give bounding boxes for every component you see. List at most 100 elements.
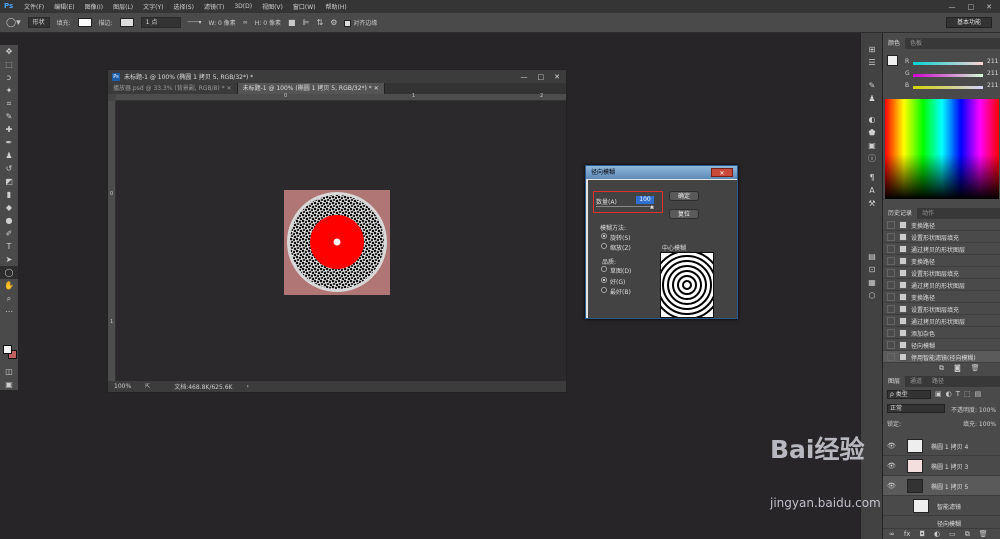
gear-icon[interactable]: ⚙ xyxy=(330,18,337,27)
menu-layer[interactable]: 图层(L) xyxy=(113,2,133,11)
properties-panel-icon[interactable]: ☰ xyxy=(861,56,883,69)
filter-smart-icon[interactable]: ▤ xyxy=(975,390,982,398)
layer-row-selected[interactable]: 👁 椭圆 1 拷贝 5 xyxy=(883,476,1000,496)
channels-icon[interactable]: ▦ xyxy=(861,276,883,289)
smart-filter-row[interactable]: 智能滤镜 xyxy=(883,496,1000,516)
ok-button[interactable]: 确定 xyxy=(669,191,699,201)
path-select-tool-icon[interactable]: ➤ xyxy=(0,253,18,266)
brush-panel-icon[interactable]: ✎ xyxy=(861,79,883,92)
menu-file[interactable]: 文件(F) xyxy=(24,2,44,11)
opacity-field[interactable]: 不透明度: 100% xyxy=(951,405,996,414)
dodge-tool-icon[interactable]: ● xyxy=(0,214,18,227)
g-slider[interactable] xyxy=(913,74,983,77)
stroke-type-select[interactable]: ───▾ xyxy=(188,19,202,26)
eye-icon[interactable]: 👁 xyxy=(887,442,896,450)
export-icon[interactable]: ⇱ xyxy=(145,383,150,390)
align-edges-checkbox[interactable]: 对齐边缘 xyxy=(344,18,377,27)
more-tools-icon[interactable]: ⋯ xyxy=(0,305,18,318)
menu-view[interactable]: 视图(V) xyxy=(262,2,283,11)
add-mask-icon[interactable]: ◘ xyxy=(919,530,925,539)
history-panel-icon[interactable]: ⊞ xyxy=(861,43,883,56)
menu-help[interactable]: 帮助(H) xyxy=(326,2,347,11)
fill-swatch[interactable] xyxy=(77,18,92,27)
layer-comps-icon[interactable]: ▤ xyxy=(861,250,883,263)
tab-player-psd[interactable]: 播放器.psd @ 33.3% (背景副, RGB/8) * ✕ xyxy=(108,83,238,94)
history-item[interactable]: 径向模糊 xyxy=(883,339,1000,351)
menu-window[interactable]: 窗口(W) xyxy=(293,2,316,11)
filter-adjust-icon[interactable]: ◐ xyxy=(946,390,952,398)
healing-brush-tool-icon[interactable]: ✚ xyxy=(0,123,18,136)
height-field[interactable]: H: 0 像素 xyxy=(255,18,281,27)
ellipse-tool-icon[interactable]: ◯▾ xyxy=(6,18,21,28)
foreground-color-swatch[interactable] xyxy=(3,345,12,354)
g-value[interactable]: 211 xyxy=(987,70,998,77)
tools-preset-icon[interactable]: ⚒ xyxy=(861,197,883,210)
history-item-selected[interactable]: 停用智能滤镜(径向模糊) xyxy=(883,351,1000,363)
r-value[interactable]: 211 xyxy=(987,58,998,65)
swatch-icon[interactable]: ▣ xyxy=(861,139,883,152)
eraser-tool-icon[interactable]: ◩ xyxy=(0,175,18,188)
quality-best-radio[interactable] xyxy=(601,287,607,293)
history-brush-tool-icon[interactable]: ↺ xyxy=(0,162,18,175)
history-item[interactable]: 添加杂色 xyxy=(883,327,1000,339)
tool-mode-select[interactable]: 形状 xyxy=(27,17,50,28)
blend-mode-select[interactable]: 正常 xyxy=(887,404,945,413)
amount-slider[interactable] xyxy=(596,206,654,207)
stroke-width-field[interactable]: 1 点 xyxy=(140,17,181,28)
adjustment-layer-icon[interactable]: ◐ xyxy=(934,530,940,539)
tab-paths[interactable]: 路径 xyxy=(927,376,949,387)
menu-image[interactable]: 图像(I) xyxy=(85,2,103,11)
magic-wand-tool-icon[interactable]: ✦ xyxy=(0,84,18,97)
link-layers-icon[interactable]: ∞ xyxy=(889,530,895,539)
pen-tool-icon[interactable]: ✐ xyxy=(0,227,18,240)
path-align-icon[interactable]: ⊫ xyxy=(303,18,310,27)
fill-field[interactable]: 填充: 100% xyxy=(963,419,996,428)
canvas-area[interactable] xyxy=(116,101,566,382)
artboard[interactable] xyxy=(284,190,390,295)
layer-kind-filter[interactable]: ρ 类型 xyxy=(887,390,931,399)
document-titlebar[interactable]: Ps 未标题-1 @ 100% (椭圆 1 拷贝 5, RGB/32*) * —… xyxy=(108,70,566,83)
dialog-close-button[interactable]: ✕ xyxy=(711,168,733,177)
b-slider[interactable] xyxy=(913,86,983,89)
layer-row[interactable]: 👁 椭圆 1 拷贝 3 xyxy=(883,456,1000,476)
doc-minimize-button[interactable]: — xyxy=(521,73,528,81)
trash-icon[interactable]: 🗑 xyxy=(971,364,980,373)
reset-button[interactable]: 复位 xyxy=(669,209,699,219)
slider-thumb-icon[interactable]: ▲ xyxy=(650,204,654,210)
zoom-level[interactable]: 100% xyxy=(114,383,131,390)
width-field[interactable]: W: 0 像素 xyxy=(209,18,236,27)
ellipse-tool-icon[interactable]: ◯ xyxy=(0,266,18,279)
status-arrow-icon[interactable]: › xyxy=(246,383,248,390)
screen-mode-icon[interactable]: ▣ xyxy=(0,378,18,391)
doc-maximize-button[interactable]: □ xyxy=(538,73,545,81)
camera-icon[interactable]: ◙ xyxy=(954,364,961,373)
tab-layers[interactable]: 图层 xyxy=(883,376,906,387)
delete-layer-icon[interactable]: 🗑 xyxy=(979,530,988,539)
menu-filter[interactable]: 滤镜(T) xyxy=(204,2,224,11)
menu-select[interactable]: 选择(S) xyxy=(173,2,194,11)
history-item[interactable]: 通过拷贝的形状图层 xyxy=(883,279,1000,291)
stamp-tool-icon[interactable]: ♟ xyxy=(0,149,18,162)
quality-good-radio[interactable] xyxy=(601,277,607,283)
minimize-button[interactable]: — xyxy=(949,3,956,11)
workspace-select[interactable]: 基本功能 xyxy=(946,17,992,28)
tab-actions[interactable]: 动作 xyxy=(917,208,939,219)
tab-swatches[interactable]: 色板 xyxy=(905,38,927,49)
layer-row[interactable]: 👁 椭圆 1 拷贝 4 xyxy=(883,436,1000,456)
history-item[interactable]: 变换路径 xyxy=(883,255,1000,267)
3d-icon[interactable]: ⬡ xyxy=(861,289,883,302)
hand-tool-icon[interactable]: ✋ xyxy=(0,279,18,292)
paragraph-icon[interactable]: A xyxy=(861,184,883,197)
quality-draft-radio[interactable] xyxy=(601,266,607,272)
eyedropper-tool-icon[interactable]: ✎ xyxy=(0,110,18,123)
path-ops-icon[interactable]: ■ xyxy=(288,18,296,27)
fx-icon[interactable]: fx xyxy=(904,530,911,539)
crop-tool-icon[interactable]: ⌗ xyxy=(0,97,18,110)
filter-shape-icon[interactable]: ⬚ xyxy=(964,390,971,398)
history-item[interactable]: 变换路径 xyxy=(883,291,1000,303)
tab-channels[interactable]: 通道 xyxy=(905,376,927,387)
adjustments-icon[interactable]: ◐ xyxy=(861,113,883,126)
path-arrange-icon[interactable]: ⇅ xyxy=(316,18,323,27)
gradient-tool-icon[interactable]: ▮ xyxy=(0,188,18,201)
styles-icon[interactable]: ⬟ xyxy=(861,126,883,139)
